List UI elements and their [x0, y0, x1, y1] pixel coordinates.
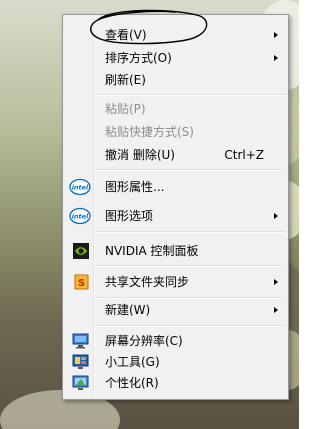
menu-item-shortcut: Ctrl+Z — [224, 148, 264, 162]
menu-item-label: 个性化(R) — [105, 376, 159, 390]
menu-item-refresh[interactable]: 刷新(E) — [65, 70, 286, 90]
menu-item-label: 图形属性... — [105, 180, 165, 194]
menu-item-label: 新建(W) — [105, 303, 151, 317]
svg-text:intel: intel — [72, 184, 89, 192]
submenu-arrow-icon — [274, 307, 278, 313]
menu-item-nvidia-control-panel[interactable]: NVIDIA 控制面板 — [65, 241, 286, 261]
menu-item-graphics-options[interactable]: intel 图形选项 — [65, 206, 286, 226]
menu-item-paste[interactable]: 粘贴(P) — [65, 99, 286, 119]
sync-icon: S — [69, 273, 91, 291]
menu-item-gadgets[interactable]: 小工具(G) — [65, 352, 286, 372]
menu-separator — [96, 265, 285, 267]
intel-logo-icon: intel — [69, 207, 91, 225]
menu-item-view[interactable]: 查看(V) — [65, 25, 286, 45]
menu-item-personalize[interactable]: 个性化(R) — [65, 373, 286, 393]
submenu-arrow-icon — [274, 32, 278, 38]
menu-item-label: 共享文件夹同步 — [105, 275, 190, 289]
menu-separator — [96, 325, 285, 327]
menu-item-label: 刷新(E) — [105, 73, 146, 87]
menu-item-label: 排序方式(O) — [105, 51, 172, 65]
menu-separator — [96, 94, 285, 96]
menu-item-shared-folder-sync[interactable]: S 共享文件夹同步 — [65, 272, 286, 292]
svg-text:intel: intel — [72, 213, 89, 221]
menu-item-label: 粘贴快捷方式(S) — [105, 125, 194, 139]
menu-separator — [96, 231, 285, 233]
menu-item-graphics-properties[interactable]: intel 图形属性... — [65, 177, 286, 197]
menu-item-label: 图形选项 — [105, 209, 154, 223]
menu-item-label: 小工具(G) — [105, 355, 160, 369]
menu-separator — [96, 169, 285, 171]
submenu-arrow-icon — [274, 279, 278, 285]
display-icon — [69, 332, 91, 350]
menu-item-undo-delete[interactable]: 撤消 删除(U) Ctrl+Z — [65, 145, 286, 165]
menu-item-label: 屏幕分辨率(C) — [105, 334, 183, 348]
submenu-arrow-icon — [274, 213, 278, 219]
menu-item-label: NVIDIA 控制面板 — [105, 244, 199, 258]
menu-item-screen-resolution[interactable]: 屏幕分辨率(C) — [65, 331, 286, 351]
menu-item-new[interactable]: 新建(W) — [65, 300, 286, 320]
nvidia-logo-icon — [69, 242, 91, 260]
submenu-arrow-icon — [274, 55, 278, 61]
intel-logo-icon: intel — [69, 178, 91, 196]
personalize-icon — [69, 374, 91, 392]
menu-item-label: 撤消 删除(U) — [105, 148, 175, 162]
desktop-context-menu: 查看(V) 排序方式(O) 刷新(E) 粘贴(P) 粘贴快捷方式(S) 撤消 删… — [62, 14, 289, 400]
svg-text:S: S — [78, 278, 85, 289]
gadgets-icon — [69, 353, 91, 371]
menu-separator — [96, 297, 285, 299]
menu-item-label: 查看(V) — [105, 28, 147, 42]
menu-item-label: 粘贴(P) — [105, 102, 146, 116]
menu-item-paste-shortcut[interactable]: 粘贴快捷方式(S) — [65, 122, 286, 142]
menu-item-sort-by[interactable]: 排序方式(O) — [65, 48, 286, 68]
